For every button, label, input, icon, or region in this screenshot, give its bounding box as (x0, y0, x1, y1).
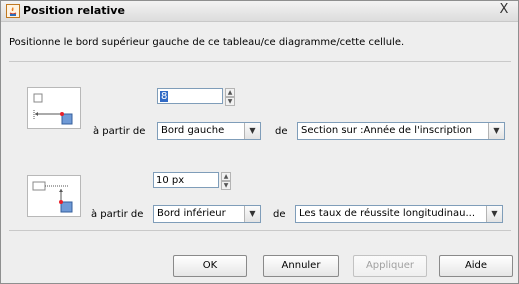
horizontal-offset-spinner[interactable]: 8 ▲ ▼ (157, 88, 235, 106)
chevron-down-icon[interactable]: ▼ (244, 206, 260, 222)
cancel-button[interactable]: Annuler (263, 255, 339, 277)
horizontal-offset-diagram-icon (27, 87, 81, 129)
chevron-down-icon[interactable]: ▼ (244, 123, 260, 139)
java-app-icon (6, 4, 20, 18)
from-label: à partir de (93, 126, 146, 137)
vertical-reference-select[interactable]: Les taux de réussite longitudinau... ▼ (295, 205, 503, 223)
chevron-down-icon[interactable]: ▼ (486, 206, 502, 222)
title-bar[interactable]: Position relative X (1, 1, 518, 22)
horizontal-reference-value: Section sur :Année de l'inscription (301, 125, 472, 136)
spinner-up-button[interactable]: ▲ (221, 172, 231, 181)
of-label: de (275, 126, 288, 137)
vertical-offset-input[interactable]: 10 px (153, 172, 219, 188)
of-label: de (273, 209, 286, 220)
separator (9, 230, 511, 231)
spinner-up-button[interactable]: ▲ (225, 88, 235, 97)
horizontal-offset-input[interactable]: 8 (157, 88, 223, 104)
vertical-offset-diagram-icon (27, 175, 81, 217)
ok-button[interactable]: OK (173, 255, 247, 277)
spinner-down-button[interactable]: ▼ (221, 181, 231, 190)
window-title: Position relative (23, 4, 125, 17)
vertical-edge-select[interactable]: Bord inférieur ▼ (153, 205, 261, 223)
position-relative-dialog: Position relative X Positionne le bord s… (0, 0, 519, 284)
from-label: à partir de (91, 209, 144, 220)
vertical-offset-spinner[interactable]: 10 px ▲ ▼ (153, 172, 231, 190)
horizontal-reference-select[interactable]: Section sur :Année de l'inscription ▼ (297, 122, 505, 140)
vertical-edge-value: Bord inférieur (157, 208, 226, 219)
vertical-reference-value: Les taux de réussite longitudinau... (299, 208, 476, 219)
help-button[interactable]: Aide (439, 255, 513, 277)
apply-button[interactable]: Appliquer (353, 255, 427, 277)
spinner-down-button[interactable]: ▼ (225, 97, 235, 106)
horizontal-edge-value: Bord gauche (161, 125, 225, 136)
chevron-down-icon[interactable]: ▼ (488, 123, 504, 139)
instruction-text: Positionne le bord supérieur gauche de c… (9, 37, 405, 48)
separator (9, 61, 511, 62)
close-button[interactable]: X (496, 2, 512, 18)
horizontal-edge-select[interactable]: Bord gauche ▼ (157, 122, 261, 140)
